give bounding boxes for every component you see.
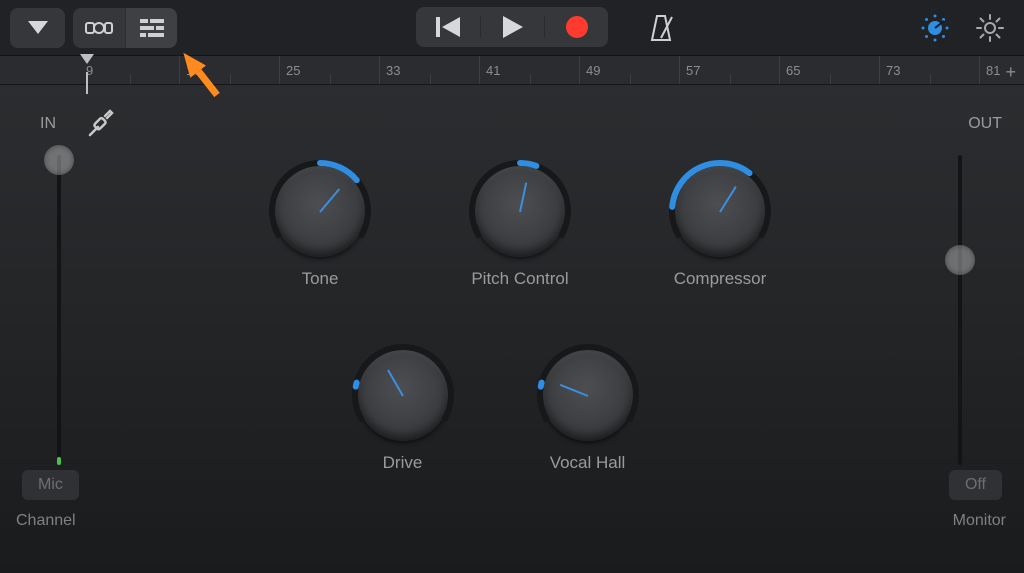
- ruler-mark: 81: [980, 56, 1024, 84]
- ruler-mark: 25: [280, 56, 380, 84]
- knob-row-bottom: Drive Vocal Hall: [260, 349, 640, 473]
- ruler-number: 57: [686, 63, 700, 78]
- knob-needle: [519, 182, 527, 212]
- fx-view-button[interactable]: [125, 8, 177, 48]
- sound-browser-dropdown[interactable]: [10, 8, 65, 48]
- knob-drive: Drive: [350, 349, 455, 473]
- ruler-mark: 65: [780, 56, 880, 84]
- ruler-number: 25: [286, 63, 300, 78]
- input-fader-track: [57, 155, 61, 465]
- knob-dial[interactable]: [274, 165, 366, 257]
- input-source-chip[interactable]: Mic: [22, 470, 79, 500]
- ruler-mark: 33: [380, 56, 480, 84]
- input-fader-thumb[interactable]: [44, 145, 74, 175]
- ruler-mark: 57: [680, 56, 780, 84]
- ruler-number: 73: [886, 63, 900, 78]
- timeline-ruler[interactable]: 9 17 25 33 41 49 57 65 73 81 +: [0, 55, 1024, 85]
- transport-controls: [416, 7, 608, 47]
- skip-back-button[interactable]: [416, 17, 480, 37]
- view-switcher: [73, 8, 177, 48]
- knob-label: Drive: [383, 453, 423, 473]
- knob-needle: [719, 186, 737, 213]
- record-button[interactable]: [544, 16, 608, 38]
- knob-pitch-control: Pitch Control: [460, 165, 580, 289]
- toolbar-right: [648, 14, 684, 42]
- track-view-button[interactable]: [73, 8, 125, 48]
- output-label: OUT: [968, 115, 1002, 133]
- knob-label: Tone: [302, 269, 339, 289]
- input-channel-strip: IN Mic Channel: [10, 100, 130, 530]
- knob-needle: [319, 188, 340, 212]
- ruler-number: 41: [486, 63, 500, 78]
- knob-row-top: Tone Pitch Control Compressor: [260, 165, 800, 289]
- monitor-toggle-chip[interactable]: Off: [949, 470, 1002, 500]
- ruler-marks: 9 17 25 33 41 49 57 65 73 81: [0, 56, 1024, 84]
- ruler-mark: 49: [580, 56, 680, 84]
- output-caption: Monitor: [953, 512, 1006, 530]
- settings-gear-icon[interactable]: [976, 14, 1004, 42]
- ruler-number: 17: [186, 63, 200, 78]
- metronome-icon[interactable]: [648, 14, 674, 42]
- ruler-mark: 17: [180, 56, 280, 84]
- input-label: IN: [40, 115, 56, 133]
- top-toolbar: [0, 0, 1024, 55]
- playhead-marker[interactable]: [80, 54, 94, 64]
- knob-area: Tone Pitch Control Compressor Drive Vocal H…: [260, 165, 800, 533]
- ruler-number: 65: [786, 63, 800, 78]
- record-icon: [566, 16, 588, 38]
- knob-label: Pitch Control: [471, 269, 568, 289]
- knob-needle: [559, 384, 588, 397]
- output-monitor-strip: OUT Off Monitor: [894, 100, 1014, 530]
- ruler-mark: 9: [80, 56, 180, 84]
- knob-dial[interactable]: [674, 165, 766, 257]
- ruler-number: 49: [586, 63, 600, 78]
- knob-dial[interactable]: [474, 165, 566, 257]
- toolbar-far-right: [920, 13, 1014, 43]
- knob-label: Compressor: [674, 269, 767, 289]
- info-dot-icon[interactable]: [920, 13, 950, 43]
- ruler-number: 33: [386, 63, 400, 78]
- knob-compressor: Compressor: [660, 165, 780, 289]
- ruler-mark: 41: [480, 56, 580, 84]
- add-section-button[interactable]: +: [1005, 62, 1016, 83]
- input-caption: Channel: [16, 512, 76, 530]
- input-fader-level: [57, 457, 61, 465]
- app-root: 9 17 25 33 41 49 57 65 73 81 + IN Mic Channel: [0, 0, 1024, 573]
- jack-plug-icon[interactable]: [85, 108, 117, 145]
- knob-label: Vocal Hall: [550, 453, 626, 473]
- play-button[interactable]: [480, 16, 544, 38]
- knob-needle: [387, 370, 404, 397]
- knob-dial[interactable]: [357, 349, 449, 441]
- knob-dial[interactable]: [542, 349, 634, 441]
- knob-vocal-hall: Vocal Hall: [535, 349, 640, 473]
- ruler-mark: 73: [880, 56, 980, 84]
- main-panel: IN Mic Channel Tone Pitch Control Compress…: [0, 85, 1024, 573]
- output-fader-track: [958, 155, 962, 465]
- knob-tone: Tone: [260, 165, 380, 289]
- output-fader-thumb[interactable]: [945, 245, 975, 275]
- ruler-number: 81: [986, 63, 1000, 78]
